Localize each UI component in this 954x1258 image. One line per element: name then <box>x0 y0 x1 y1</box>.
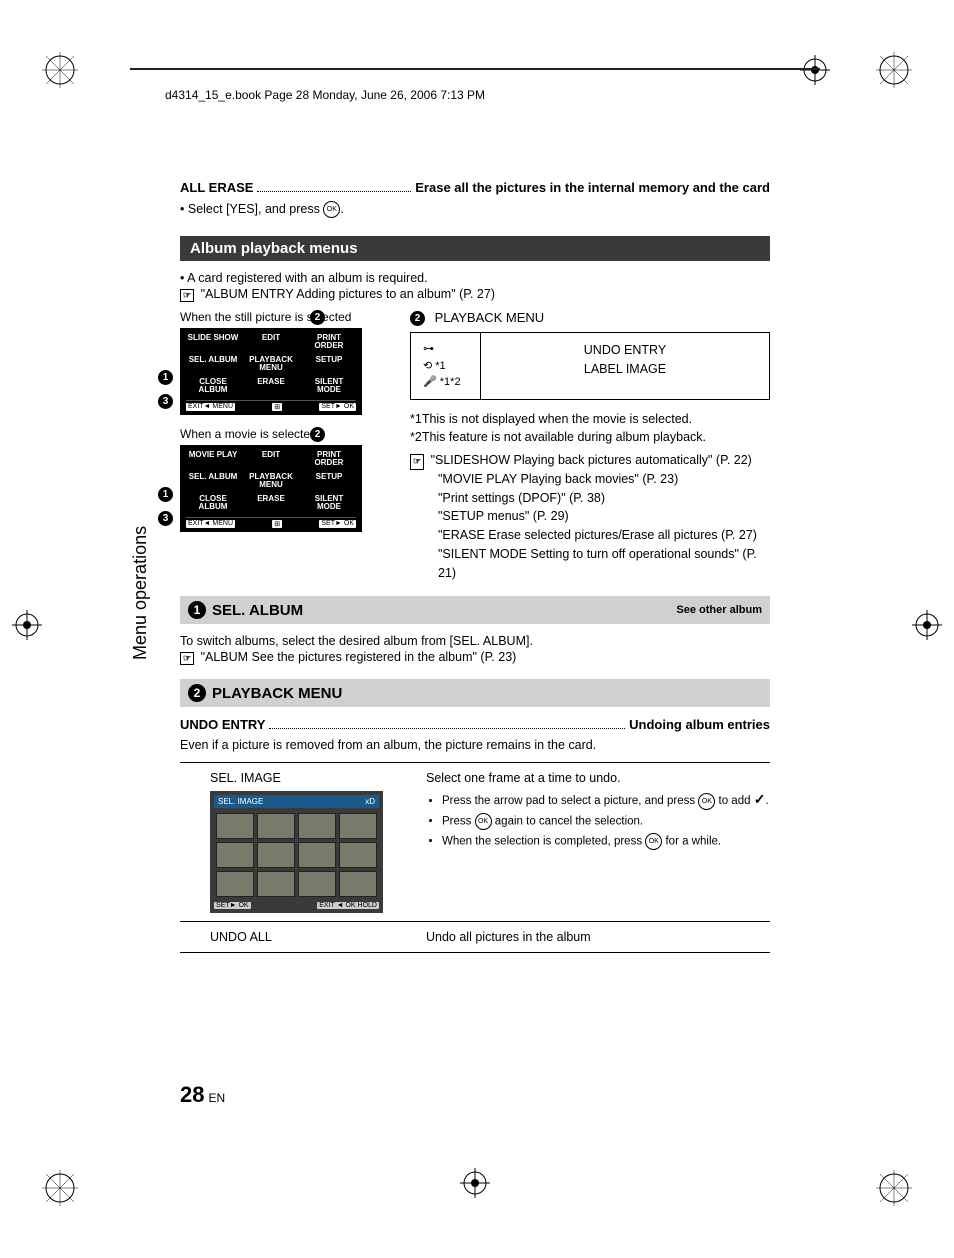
page-number: 28EN <box>180 1082 225 1108</box>
all-erase-heading: ALL ERASE Erase all the pictures in the … <box>180 180 770 195</box>
undo-options-table: SEL. IMAGE SEL. IMAGExD SET► OKEXIT ◄ OK… <box>180 762 770 953</box>
callout-2-icon: 2 <box>188 684 206 702</box>
crop-mark-icon <box>874 1168 914 1208</box>
menu-diagram-movie: MOVIE PLAY EDIT PRINT ORDER SEL. ALBUM P… <box>180 445 362 532</box>
ok-button-icon: OK <box>323 201 340 218</box>
sel-image-desc: Select one frame at a time to undo. <box>426 771 770 785</box>
pointer-icon: ☞ <box>410 454 424 470</box>
protect-icon: ⊶ <box>423 341 468 358</box>
checkmark-icon: ✓ <box>754 791 766 808</box>
rotate-icon: ⟲ *1 <box>423 358 468 375</box>
registration-mark-icon <box>912 610 942 640</box>
playback-menu-label: 2 PLAYBACK MENU <box>410 310 770 326</box>
registration-mark-icon <box>12 610 42 640</box>
callout-1: 1 <box>158 487 173 502</box>
album-ref: ☞ "ALBUM ENTRY Adding pictures to an alb… <box>180 287 770 302</box>
caption-movie: When a movie is selected <box>180 427 390 441</box>
cross-references: ☞ "SLIDESHOW Playing back pictures autom… <box>410 451 770 582</box>
ok-button-icon: OK <box>645 833 662 850</box>
section-playback-menu: 2 PLAYBACK MENU <box>180 679 770 707</box>
registration-mark-icon <box>460 1168 490 1198</box>
undo-entry-heading: UNDO ENTRY Undoing album entries <box>180 717 770 732</box>
footnotes: *1This is not displayed when the movie i… <box>410 410 770 448</box>
caption-still: When the still picture is selected <box>180 310 390 324</box>
section-tab: Menu operations <box>130 526 151 660</box>
all-erase-step: Select [YES], and press OK. <box>180 201 770 218</box>
all-erase-desc: Erase all the pictures in the internal m… <box>415 180 770 195</box>
all-erase-label: ALL ERASE <box>180 180 253 195</box>
sel-album-text: To switch albums, select the desired alb… <box>180 634 770 648</box>
callout-2-icon: 2 <box>410 311 425 326</box>
section-album-playback: Album playback menus <box>180 236 770 261</box>
pointer-icon: ☞ <box>180 289 194 302</box>
pointer-icon: ☞ <box>180 652 194 665</box>
registration-mark-icon <box>800 55 830 85</box>
album-note: • A card registered with an album is req… <box>180 271 770 285</box>
document-header: d4314_15_e.book Page 28 Monday, June 26,… <box>165 88 485 102</box>
undo-all-desc: Undo all pictures in the album <box>426 930 770 944</box>
ok-button-icon: OK <box>475 813 492 830</box>
sel-album-ref: ☞ "ALBUM See the pictures registered in … <box>180 650 770 665</box>
sel-image-step-1: Press the arrow pad to select a picture,… <box>442 791 770 809</box>
crop-mark-icon <box>40 1168 80 1208</box>
section-sel-album: 1 SEL. ALBUM See other album <box>180 596 770 624</box>
callout-3: 3 <box>158 394 173 409</box>
sel-image-step-2: Press OK again to cancel the selection. <box>442 813 770 830</box>
ok-button-icon: OK <box>698 793 715 810</box>
callout-2: 2 <box>310 310 325 325</box>
header-rule <box>130 68 820 70</box>
callout-1-icon: 1 <box>188 601 206 619</box>
sel-image-step-3: When the selection is completed, press O… <box>442 833 770 850</box>
callout-2: 2 <box>310 427 325 442</box>
crop-mark-icon <box>40 50 80 90</box>
crop-mark-icon <box>874 50 914 90</box>
lcd-sel-image: SEL. IMAGExD SET► OKEXIT ◄ OK HOLD <box>210 791 383 913</box>
callout-1: 1 <box>158 370 173 385</box>
menu-diagram-still: SLIDE SHOW EDIT PRINT ORDER SEL. ALBUM P… <box>180 328 362 415</box>
callout-3: 3 <box>158 511 173 526</box>
playback-menu-box: ⊶ ⟲ *1 🎤 *1*2 UNDO ENTRY LABEL IMAGE <box>410 332 770 400</box>
undo-entry-note: Even if a picture is removed from an alb… <box>180 738 770 752</box>
undo-all-label: UNDO ALL <box>180 930 410 944</box>
voice-icon: 🎤 *1*2 <box>423 374 468 391</box>
sel-image-label: SEL. IMAGE <box>210 771 410 785</box>
